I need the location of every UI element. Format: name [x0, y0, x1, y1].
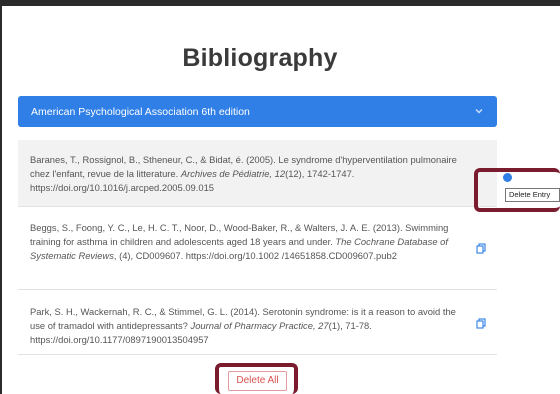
entry-text: Beggs, S., Foong, Y. C., Le, H. C. T., N…: [30, 222, 449, 261]
page-title: Bibliography: [182, 44, 338, 72]
highlight-box: [215, 363, 298, 394]
copy-icon[interactable]: [476, 318, 486, 329]
bibliography-entry[interactable]: Baranes, T., Rossignol, B., Stheneur, C.…: [18, 140, 497, 207]
citation-style-value: American Psychological Association 6th e…: [31, 105, 250, 118]
window-frame-top: [0, 0, 560, 6]
chevron-down-icon: [475, 109, 483, 114]
bibliography-entry[interactable]: Beggs, S., Foong, Y. C., Le, H. C. T., N…: [18, 207, 497, 290]
citation-style-select[interactable]: American Psychological Association 6th e…: [18, 96, 497, 127]
copy-icon[interactable]: [476, 243, 486, 254]
entry-text: Baranes, T., Rossignol, B., Stheneur, C.…: [30, 154, 457, 193]
bibliography-list: Baranes, T., Rossignol, B., Stheneur, C.…: [18, 140, 497, 355]
entry-text: Park, S. H., Wackernah, R. C., & Stimmel…: [30, 306, 456, 345]
bibliography-entry[interactable]: Park, S. H., Wackernah, R. C., & Stimmel…: [18, 290, 497, 355]
highlight-box: [474, 168, 560, 212]
